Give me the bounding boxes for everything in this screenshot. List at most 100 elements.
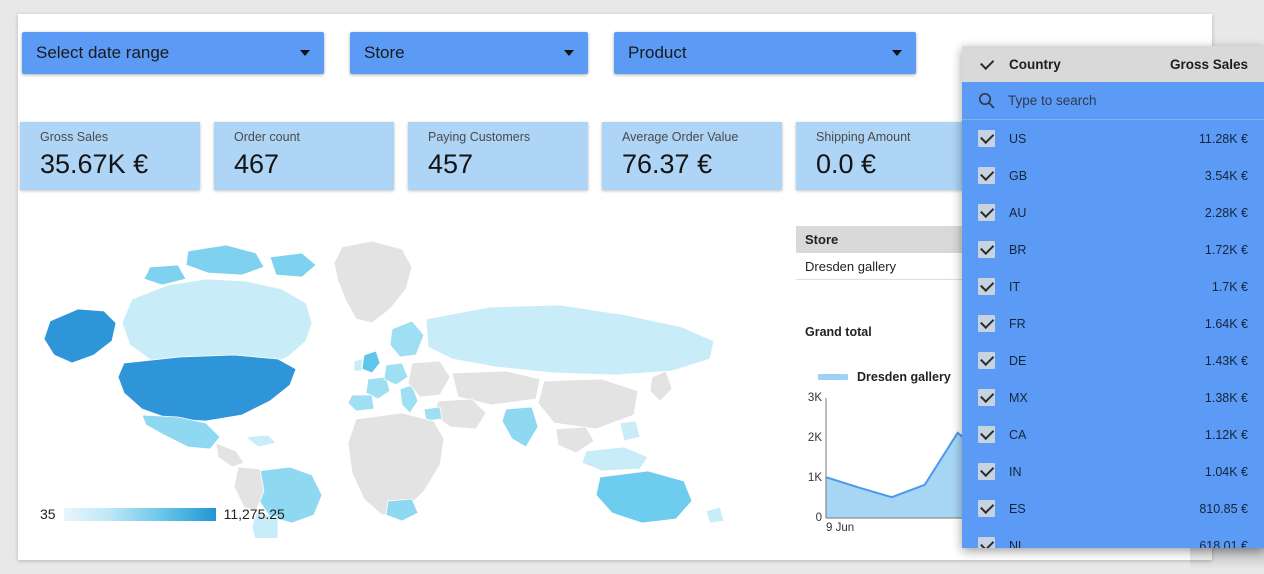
country-list-item[interactable]: ES 810.85 €	[962, 490, 1264, 527]
country-gross-sales-value: 810.85 €	[1199, 501, 1248, 516]
country-canada-islands	[269, 252, 317, 278]
kpi-value: 0.0 €	[816, 149, 877, 179]
country-canada-islands	[143, 264, 187, 286]
kpi-card-shipping-amount[interactable]: Shipping Amount 0.0 €	[796, 122, 976, 190]
country-japan	[649, 370, 673, 402]
country-checkbox[interactable]	[978, 315, 995, 332]
country-middle-east	[433, 398, 487, 430]
kpi-value: 35.67K €	[40, 149, 149, 179]
kpi-card-gross-sales[interactable]: Gross Sales 35.67K €	[20, 122, 200, 190]
country-greenland	[333, 240, 413, 324]
country-checkbox[interactable]	[978, 463, 995, 480]
geo-chart-world-map[interactable]: 35 11,275.25	[20, 208, 760, 538]
country-checkbox[interactable]	[978, 167, 995, 184]
kpi-card-paying-customers[interactable]: Paying Customers 457	[408, 122, 588, 190]
country-united-kingdom	[361, 350, 381, 374]
country-central-america	[215, 442, 245, 468]
filter-date-range-label: Select date range	[36, 43, 170, 62]
country-code-label: CA	[1009, 427, 1027, 442]
country-india	[501, 406, 539, 448]
legend-series-swatch	[818, 374, 848, 380]
country-code-label: NL	[1009, 538, 1025, 549]
country-list-item[interactable]: NL 618.01 €	[962, 527, 1264, 548]
country-list-item[interactable]: IN 1.04K €	[962, 453, 1264, 490]
country-list-item[interactable]: US 11.28K €	[962, 120, 1264, 157]
column-header-store: Store	[805, 232, 839, 247]
filter-date-range-button[interactable]: Select date range	[22, 32, 324, 74]
country-list-item[interactable]: AU 2.28K €	[962, 194, 1264, 231]
filter-product-button[interactable]: Product	[614, 32, 916, 74]
kpi-title: Paying Customers	[428, 130, 531, 144]
country-gross-sales-value: 3.54K €	[1204, 168, 1248, 183]
country-code-label: MX	[1009, 390, 1028, 405]
country-list-item[interactable]: IT 1.7K €	[962, 268, 1264, 305]
country-southeast-asia	[555, 426, 595, 454]
country-russia	[425, 304, 715, 376]
country-caribbean	[245, 434, 277, 448]
country-checkbox[interactable]	[978, 537, 995, 548]
country-filter-dropdown[interactable]: Country Gross Sales Type to search US 11.…	[962, 46, 1264, 548]
country-gross-sales-value: 1.12K €	[1204, 427, 1248, 442]
legend-series-label: Dresden gallery	[857, 370, 951, 384]
country-gross-sales-value: 11.28K €	[1198, 131, 1248, 146]
country-gross-sales-value: 1.64K €	[1204, 316, 1248, 331]
y-axis-tick-label: 3K	[807, 392, 822, 404]
country-list-item[interactable]: DE 1.43K €	[962, 342, 1264, 379]
country-checkbox[interactable]	[978, 204, 995, 221]
country-gross-sales-value: 1.43K €	[1204, 353, 1248, 368]
country-checkbox[interactable]	[978, 241, 995, 258]
kpi-title: Shipping Amount	[816, 130, 911, 144]
country-list-item[interactable]: FR 1.64K €	[962, 305, 1264, 342]
country-code-label: ES	[1009, 501, 1026, 516]
country-code-label: FR	[1009, 316, 1026, 331]
country-ireland	[353, 358, 363, 372]
country-checkbox[interactable]	[978, 352, 995, 369]
country-africa	[347, 412, 445, 516]
dropdown-search-row[interactable]: Type to search	[962, 82, 1264, 120]
country-united-states	[117, 354, 297, 422]
country-checkbox[interactable]	[978, 500, 995, 517]
dashboard-root: Select date range Store Product Gross Sa…	[0, 0, 1264, 574]
dropdown-column-country: Country	[1009, 56, 1061, 72]
country-list[interactable]: US 11.28K € GB 3.54K € AU 2.28K € BR 1.72K € IT 1…	[962, 120, 1264, 548]
country-gross-sales-value: 1.38K €	[1204, 390, 1248, 405]
country-checkbox[interactable]	[978, 426, 995, 443]
country-south-africa	[385, 498, 419, 522]
country-gross-sales-value: 2.28K €	[1204, 205, 1248, 220]
search-input[interactable]: Type to search	[1008, 93, 1097, 108]
y-axis-tick-label: 1K	[807, 472, 822, 484]
chevron-down-icon	[892, 50, 902, 56]
country-new-zealand	[705, 506, 725, 524]
country-list-item[interactable]: BR 1.72K €	[962, 231, 1264, 268]
country-gross-sales-value: 1.7K €	[1211, 279, 1248, 294]
country-spain	[347, 394, 375, 412]
country-code-label: GB	[1009, 168, 1028, 183]
country-checkbox[interactable]	[978, 389, 995, 406]
legend-max-value: 11,275.25	[223, 506, 285, 522]
country-list-item[interactable]: GB 3.54K €	[962, 157, 1264, 194]
country-philippines	[619, 420, 641, 442]
dropdown-column-gross-sales: Gross Sales	[1169, 56, 1248, 72]
country-gross-sales-value: 1.72K €	[1204, 242, 1248, 257]
filter-product-label: Product	[628, 43, 687, 62]
kpi-title: Average Order Value	[622, 130, 739, 144]
country-code-label: US	[1009, 131, 1027, 146]
kpi-title: Gross Sales	[40, 130, 109, 144]
search-icon	[978, 92, 995, 109]
kpi-value: 76.37 €	[622, 149, 713, 179]
country-checkbox[interactable]	[978, 278, 995, 295]
filter-store-button[interactable]: Store	[350, 32, 588, 74]
kpi-card-order-count[interactable]: Order count 467	[214, 122, 394, 190]
country-checkbox[interactable]	[978, 130, 995, 147]
country-list-item[interactable]: CA 1.12K €	[962, 416, 1264, 453]
y-axis-tick-label: 0	[815, 512, 822, 524]
dropdown-header: Country Gross Sales	[962, 46, 1264, 82]
filter-store-label: Store	[364, 43, 405, 62]
chevron-down-icon	[564, 50, 574, 56]
select-all-checkbox[interactable]	[978, 56, 995, 73]
country-code-label: BR	[1009, 242, 1027, 257]
chevron-down-icon	[300, 50, 310, 56]
country-list-item[interactable]: MX 1.38K €	[962, 379, 1264, 416]
kpi-card-average-order-value[interactable]: Average Order Value 76.37 €	[602, 122, 782, 190]
country-canada-islands	[185, 244, 265, 276]
